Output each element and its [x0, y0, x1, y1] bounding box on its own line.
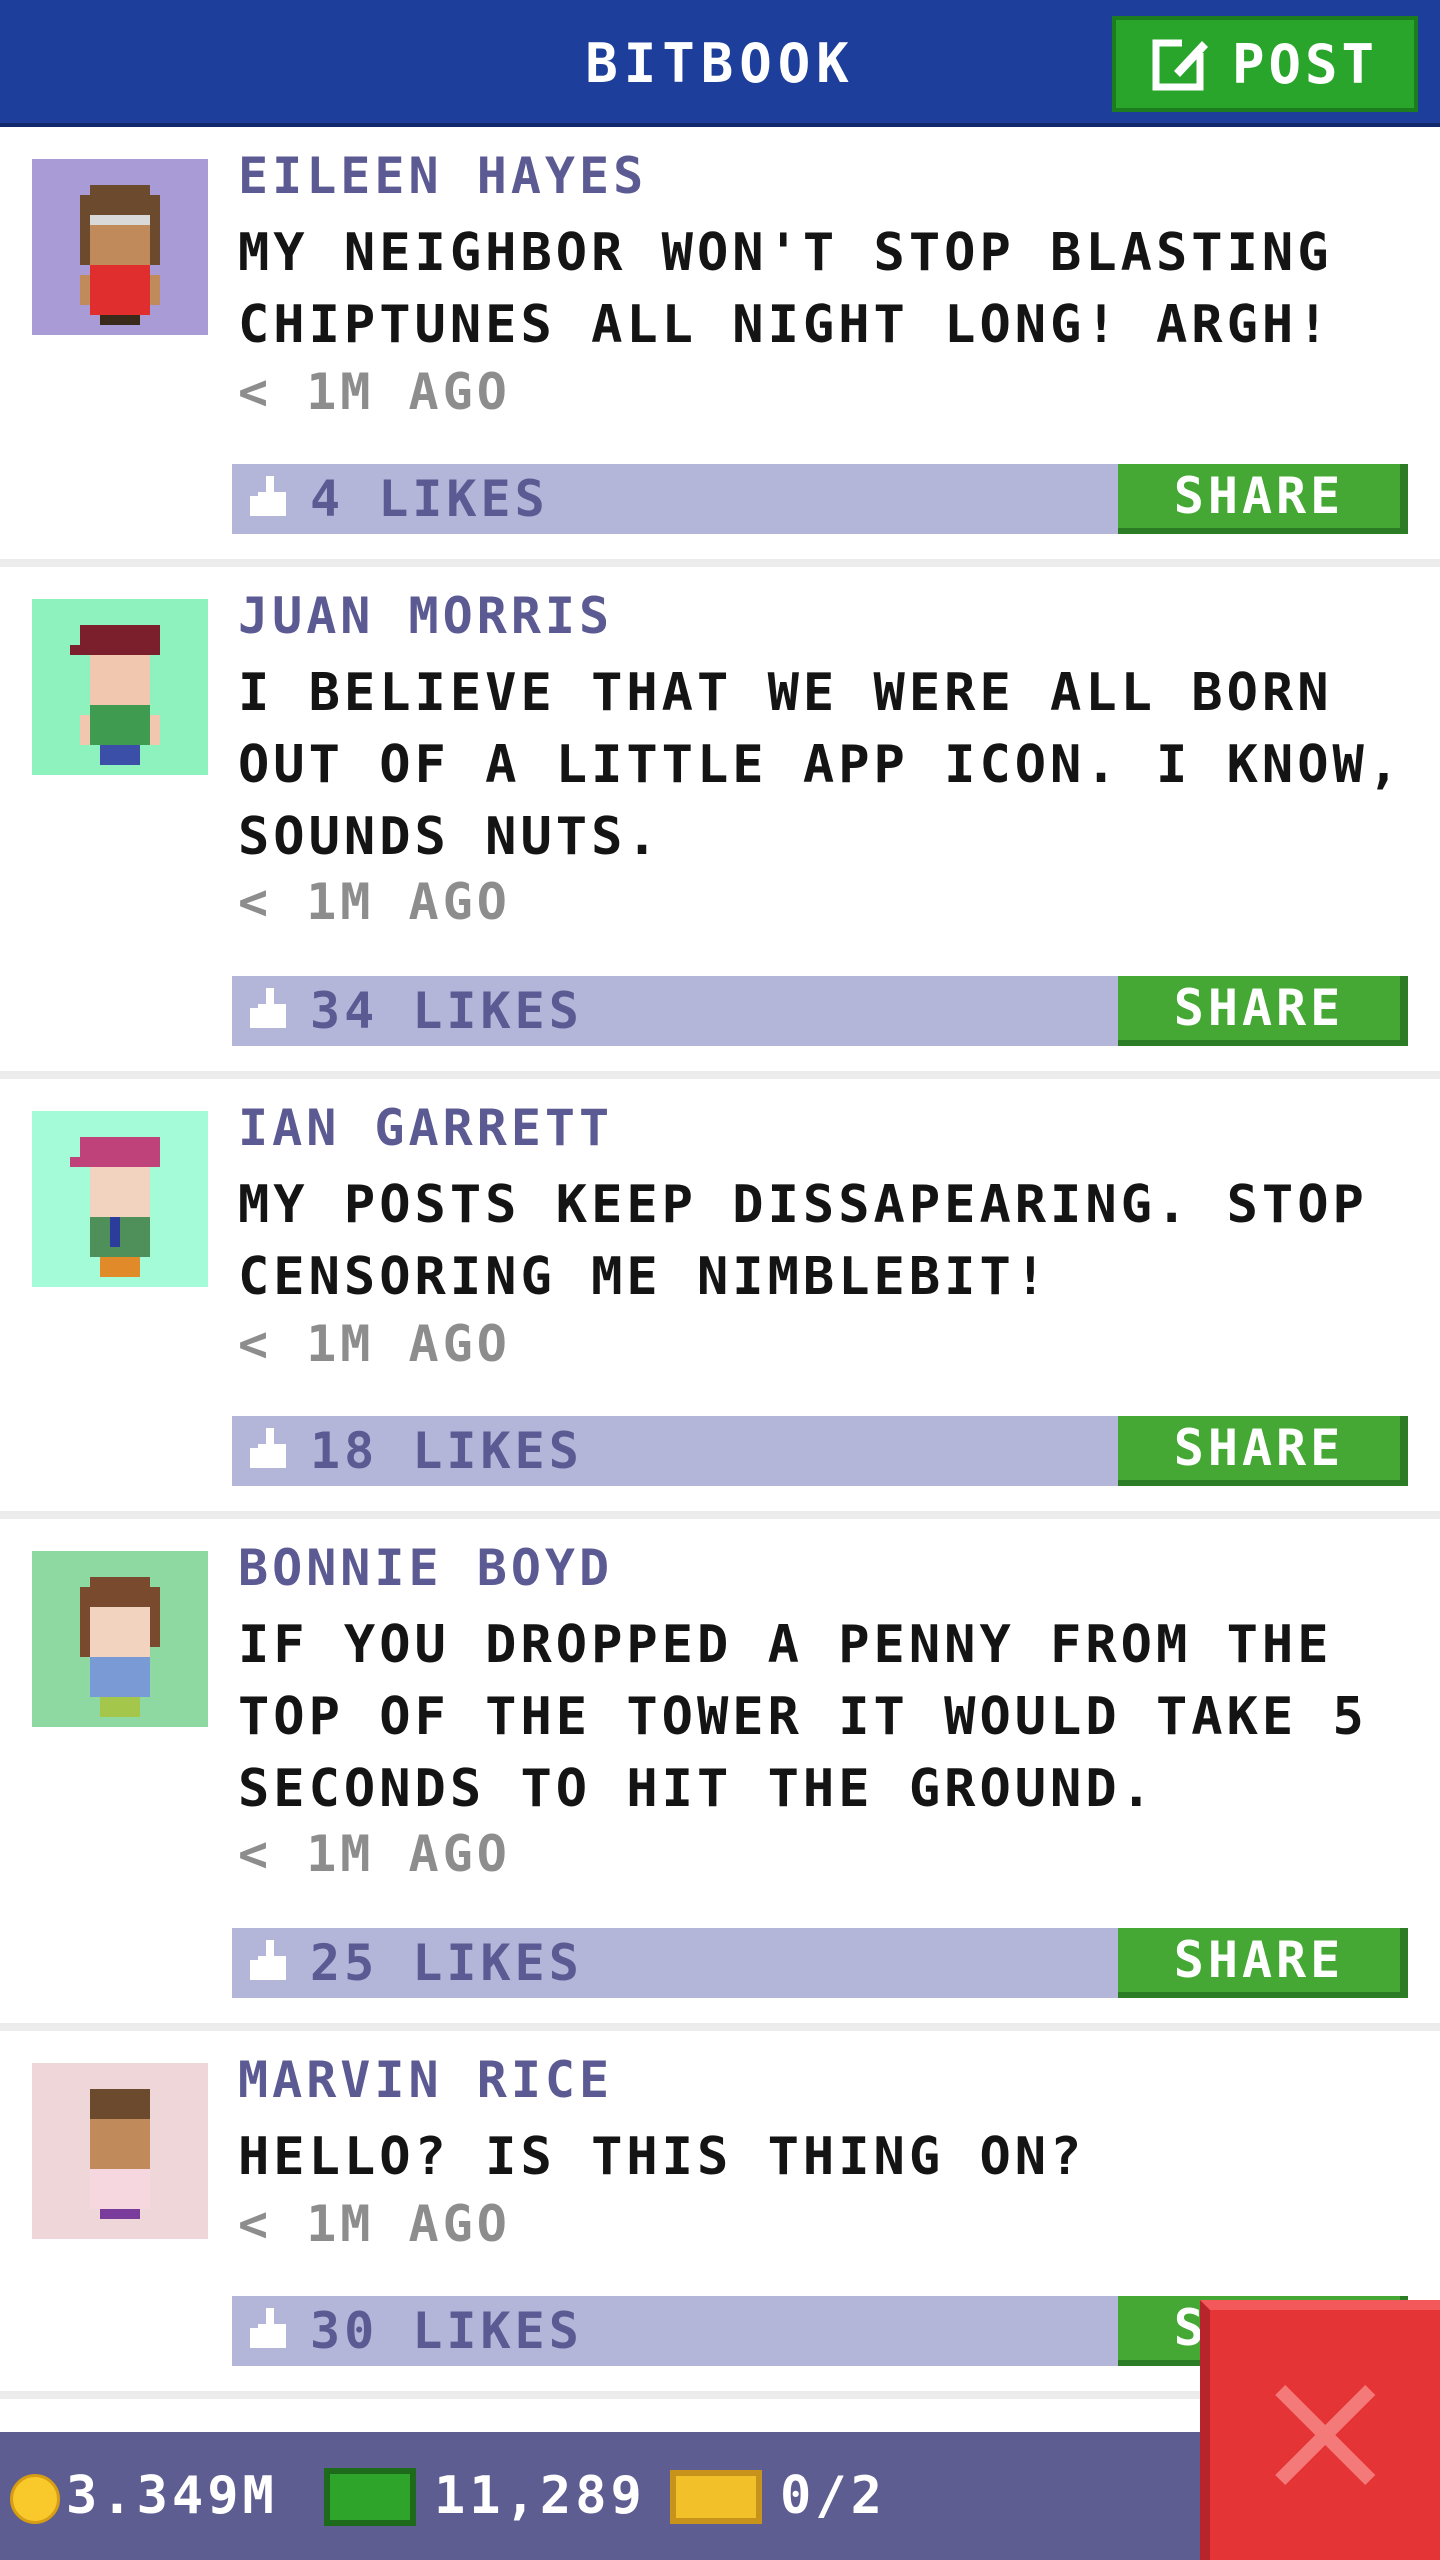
post-time: < 1M AGO [238, 2195, 511, 2253]
post-item: IAN GARRETT MY POSTS KEEP DISSAPEARING. … [0, 1079, 1440, 1519]
ticket-icon [670, 2470, 762, 2524]
bux-icon [324, 2468, 416, 2526]
share-button[interactable]: SHARE [1118, 1416, 1408, 1486]
author-name[interactable]: IAN GARRETT [238, 1099, 613, 1157]
author-name[interactable]: JUAN MORRIS [238, 587, 613, 645]
like-bar[interactable]: 4 LIKES SHARE [232, 464, 1408, 534]
share-button[interactable]: SHARE [1118, 1928, 1408, 1998]
like-bar[interactable]: 18 LIKES SHARE [232, 1416, 1408, 1486]
post-time: < 1M AGO [238, 1315, 511, 1373]
thumbs-up-icon [250, 1428, 286, 1468]
author-name[interactable]: EILEEN HAYES [238, 147, 647, 205]
like-count: 25 LIKES [310, 1934, 583, 1992]
coin-count: 3.349M [66, 2466, 278, 2526]
close-button[interactable] [1200, 2300, 1440, 2560]
post-message: IF YOU DROPPED A PENNY FROM THE TOP OF T… [238, 1615, 1368, 1819]
like-count: 4 LIKES [310, 470, 549, 528]
post-item: EILEEN HAYES MY NEIGHBOR WON'T STOP BLAS… [0, 127, 1440, 567]
avatar [32, 1551, 208, 1727]
thumbs-up-icon [250, 988, 286, 1028]
author-name[interactable]: MARVIN RICE [238, 2051, 613, 2109]
post-message: HELLO? IS THIS THING ON? [238, 2127, 1086, 2187]
avatar [32, 599, 208, 775]
post-message: MY NEIGHBOR WON'T STOP BLASTING CHIPTUNE… [238, 223, 1333, 355]
compose-icon [1152, 35, 1210, 93]
feed-list: EILEEN HAYES MY NEIGHBOR WON'T STOP BLAS… [0, 127, 1440, 2399]
post-item: JUAN MORRIS I BELIEVE THAT WE WERE ALL B… [0, 567, 1440, 1079]
bux-count: 11,289 [434, 2466, 646, 2526]
post-time: < 1M AGO [238, 1825, 511, 1883]
ticket-count: 0/2 [780, 2466, 886, 2526]
post-time: < 1M AGO [238, 363, 511, 421]
post-time: < 1M AGO [238, 873, 511, 931]
avatar [32, 2063, 208, 2239]
thumbs-up-icon [250, 476, 286, 516]
like-bar[interactable]: 25 LIKES SHARE [232, 1928, 1408, 1998]
like-count: 30 LIKES [310, 2302, 583, 2360]
post-label: POST [1231, 32, 1379, 96]
post-item: BONNIE BOYD IF YOU DROPPED A PENNY FROM … [0, 1519, 1440, 2031]
avatar [32, 1111, 208, 1287]
like-bar[interactable]: 34 LIKES SHARE [232, 976, 1408, 1046]
top-bar: BITBOOK POST [0, 0, 1440, 127]
author-name[interactable]: BONNIE BOYD [238, 1539, 613, 1597]
post-message: I BELIEVE THAT WE WERE ALL BORN OUT OF A… [238, 663, 1404, 867]
coin-icon [10, 2474, 60, 2524]
share-button[interactable]: SHARE [1118, 976, 1408, 1046]
like-count: 34 LIKES [310, 982, 583, 1040]
close-icon [1275, 2385, 1375, 2485]
like-count: 18 LIKES [310, 1422, 583, 1480]
thumbs-up-icon [250, 2308, 286, 2348]
thumbs-up-icon [250, 1940, 286, 1980]
avatar [32, 159, 208, 335]
post-button[interactable]: POST [1112, 16, 1418, 112]
share-button[interactable]: SHARE [1118, 464, 1408, 534]
post-message: MY POSTS KEEP DISSAPEARING. STOP CENSORI… [238, 1175, 1368, 1307]
